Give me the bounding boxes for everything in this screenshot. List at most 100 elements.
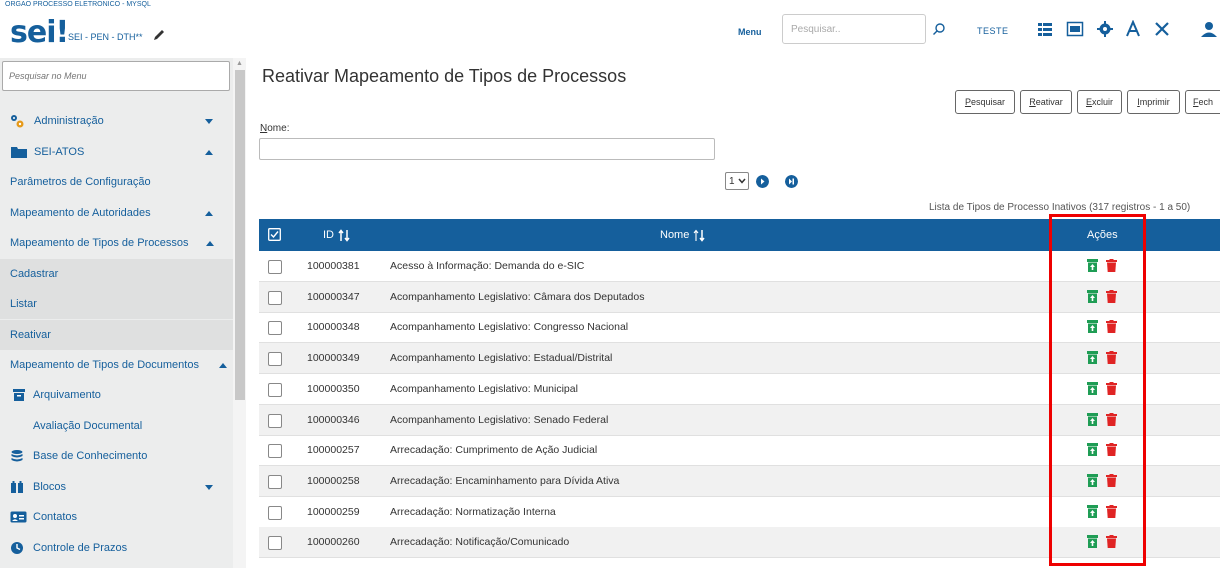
cell-id: 100000259 [307,505,360,518]
contact-card-icon [10,511,27,523]
cell-nome: Arrecadação: Cumprimento de Ação Judicia… [390,444,598,457]
select-all-checkbox-icon[interactable] [268,228,281,241]
cell-id: 100000257 [307,444,360,457]
chevron-up-icon [205,149,213,155]
sidebar-item-mapeamento-autoridades[interactable]: Mapeamento de Autoridades [0,198,233,228]
sort-icon[interactable] [693,229,705,242]
sidebar-item-label: Administração [34,115,104,127]
search-input[interactable] [782,14,926,44]
row-checkbox[interactable] [268,321,282,336]
table-caption: Lista de Tipos de Processo Inativos (317… [929,202,1191,213]
highlight-box [1049,214,1146,566]
cell-id: 100000258 [307,474,360,487]
sidebar-item-label: Cadastrar [10,268,59,280]
chevron-down-icon [737,178,746,184]
reativar-button[interactable]: Reativar [1020,90,1072,114]
sidebar-item-label: Controle de Prazos [33,542,128,554]
sidebar-item-controle-prazos[interactable]: Controle de Prazos [0,533,233,563]
search-icon[interactable] [932,22,946,36]
gear-icon[interactable] [1096,20,1114,38]
sidebar-menu: Administração SEI-ATOS Parâmetros de Con… [0,58,233,568]
cell-nome: Acompanhamento Legislativo: Senado Feder… [390,413,609,426]
fechar-button[interactable]: Fech [1185,90,1220,114]
row-checkbox[interactable] [268,260,282,274]
sidebar-item-mapeamento-processos[interactable]: Mapeamento de Tipos de Processos [0,228,233,258]
sidebar-item-blocos[interactable]: Blocos [0,472,233,502]
cell-nome: Acompanhamento Legislativo: Municipal [390,382,578,395]
nome-field[interactable] [259,138,715,160]
chevron-up-icon [205,210,213,216]
last-page-icon[interactable] [785,175,798,188]
logo-exclamation: ! [55,15,70,50]
row-checkbox[interactable] [268,352,282,367]
sidebar-scroll-thumb[interactable] [235,70,245,400]
database-icon [11,450,23,462]
row-checkbox[interactable] [268,536,282,551]
sidebar-item-label: Arquivamento [33,389,101,401]
cell-id: 100000346 [307,413,360,426]
cell-nome: Acompanhamento Legislativo: Câmara dos D… [390,290,645,303]
row-checkbox[interactable] [268,474,282,489]
row-checkbox[interactable] [268,413,282,428]
label-text: ome: [267,123,290,134]
menu-toggle-link[interactable]: Menu [738,27,762,37]
chevron-up-icon [219,362,227,368]
sidebar-item-label: Base de Conhecimento [33,450,148,462]
cell-nome: Acompanhamento Legislativo: Estadual/Dis… [390,352,613,365]
cell-nome: Arrecadação: Normatização Interna [390,505,556,518]
next-page-icon[interactable] [756,175,769,188]
button-label: esquisar [970,97,1006,107]
row-checkbox[interactable] [268,444,282,459]
top-bar: ORGAO PROCESSO ELETRONICO - MYSQL sei! S… [0,0,1220,58]
excluir-button[interactable]: Excluir [1077,90,1122,114]
row-checkbox[interactable] [268,382,282,397]
sidebar-item-base-conhecimento[interactable]: Base de Conhecimento [0,441,233,471]
chevron-down-icon [205,484,213,490]
calendar-icon[interactable] [1066,20,1084,38]
button-label: xcluir [1092,97,1114,107]
page-select[interactable]: 1 [725,172,749,190]
sidebar-item-administracao[interactable]: Administração [0,106,233,136]
tools-icon[interactable] [1153,20,1171,38]
sort-icon[interactable] [338,228,350,242]
user-icon[interactable] [1200,20,1218,38]
sidebar-item-listar[interactable]: Listar [0,289,233,319]
archive-icon [13,389,25,401]
sidebar-item-arquivamento[interactable]: Arquivamento [0,380,233,410]
column-header-id[interactable]: ID [323,219,350,251]
grid-icon[interactable] [1036,20,1054,38]
column-header-nome[interactable]: Nome [660,219,705,251]
sidebar-item-cadastrar[interactable]: Cadastrar [0,259,233,289]
sidebar-item-sei-atos[interactable]: SEI-ATOS [0,137,233,167]
row-checkbox[interactable] [268,505,282,520]
menu-search-input[interactable] [2,61,230,91]
row-checkbox[interactable] [268,290,282,305]
sidebar-item-reativar[interactable]: Reativar [0,320,233,350]
cell-nome: Arrecadação: Notificação/Comunicado [390,536,570,549]
imprimir-button[interactable]: Imprimir [1127,90,1180,114]
sidebar-item-label: Blocos [33,481,67,493]
nome-label: Nome: [260,123,289,134]
sidebar-item-label: Parâmetros de Configuração [10,176,151,188]
cell-nome: Arrecadação: Encaminhamento para Dívida … [390,474,620,487]
cell-id: 100000260 [307,536,360,549]
font-size-icon[interactable] [1124,20,1142,38]
pesquisar-button[interactable]: Pesquisar [955,90,1015,114]
sidebar-item-parametros[interactable]: Parâmetros de Configuração [0,167,233,197]
sidebar-item-contatos[interactable]: Contatos [0,502,233,532]
clock-icon [11,542,23,554]
sidebar-item-label: Mapeamento de Autoridades [10,207,151,219]
column-header-label: Nome [660,229,690,241]
sidebar-item-label: Mapeamento de Tipos de Documentos [10,359,199,371]
scroll-up-icon[interactable]: ▲ [236,60,243,67]
sidebar-item-avaliacao-documental[interactable]: Avaliação Documental [0,411,233,441]
sidebar-item-mapeamento-documentos[interactable]: Mapeamento de Tipos de Documentos [0,350,233,380]
cell-id: 100000350 [307,382,360,395]
sidebar-item-label: SEI-ATOS [34,146,85,158]
unit-label[interactable]: TESTE [977,26,1009,36]
button-label: ech [1198,97,1214,107]
cell-id: 100000347 [307,290,360,303]
pencil-icon[interactable] [152,28,166,42]
cell-id: 100000348 [307,321,360,334]
sei-logo[interactable]: sei! [10,15,70,50]
